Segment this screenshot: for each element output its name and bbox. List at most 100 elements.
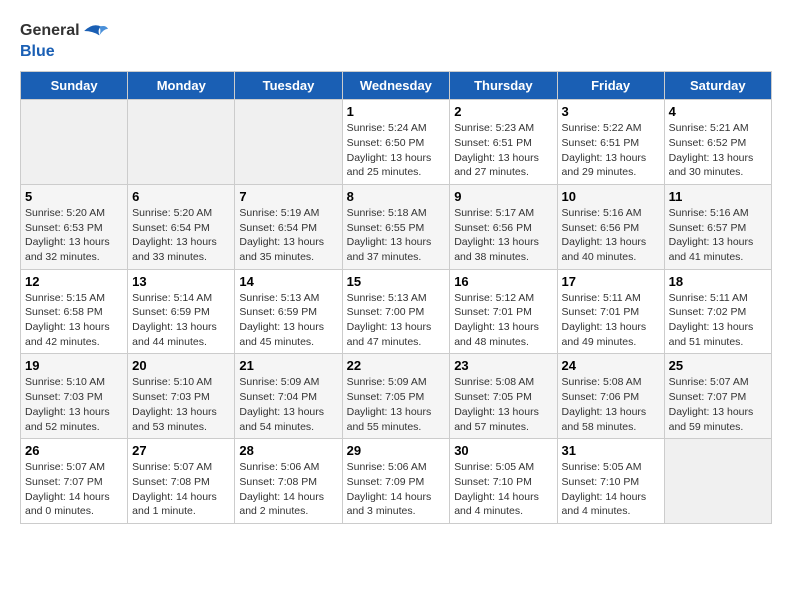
calendar-cell: 10 Sunrise: 5:16 AM Sunset: 6:56 PM Dayli… (557, 184, 664, 269)
calendar-cell: 9 Sunrise: 5:17 AM Sunset: 6:56 PM Daylig… (450, 184, 557, 269)
day-detail: Sunrise: 5:07 AM Sunset: 7:08 PM Dayligh… (132, 460, 230, 519)
day-detail: Sunrise: 5:09 AM Sunset: 7:05 PM Dayligh… (347, 375, 446, 434)
day-detail: Sunrise: 5:16 AM Sunset: 6:56 PM Dayligh… (562, 206, 660, 265)
day-detail: Sunrise: 5:24 AM Sunset: 6:50 PM Dayligh… (347, 121, 446, 180)
day-detail: Sunrise: 5:10 AM Sunset: 7:03 PM Dayligh… (132, 375, 230, 434)
calendar-cell (664, 439, 771, 524)
calendar-cell: 16 Sunrise: 5:12 AM Sunset: 7:01 PM Dayli… (450, 269, 557, 354)
day-number: 7 (239, 189, 337, 204)
day-number: 1 (347, 104, 446, 119)
page-header: General Blue (20, 20, 772, 61)
day-number: 27 (132, 443, 230, 458)
calendar-cell (21, 100, 128, 185)
day-number: 2 (454, 104, 552, 119)
header-day-saturday: Saturday (664, 72, 771, 100)
calendar-cell: 22 Sunrise: 5:09 AM Sunset: 7:05 PM Dayli… (342, 354, 450, 439)
day-number: 31 (562, 443, 660, 458)
calendar-week-1: 1 Sunrise: 5:24 AM Sunset: 6:50 PM Daylig… (21, 100, 772, 185)
day-number: 8 (347, 189, 446, 204)
day-number: 6 (132, 189, 230, 204)
day-detail: Sunrise: 5:11 AM Sunset: 7:02 PM Dayligh… (669, 291, 767, 350)
day-detail: Sunrise: 5:19 AM Sunset: 6:54 PM Dayligh… (239, 206, 337, 265)
day-number: 19 (25, 358, 123, 373)
day-detail: Sunrise: 5:08 AM Sunset: 7:05 PM Dayligh… (454, 375, 552, 434)
calendar-cell: 5Sunrise: 5:20 AM Sunset: 6:53 PM Daylig… (21, 184, 128, 269)
calendar-body: 1 Sunrise: 5:24 AM Sunset: 6:50 PM Daylig… (21, 100, 772, 524)
calendar-week-5: 26 Sunrise: 5:07 AM Sunset: 7:07 PM Dayli… (21, 439, 772, 524)
day-detail: Sunrise: 5:05 AM Sunset: 7:10 PM Dayligh… (562, 460, 660, 519)
calendar-cell: 31 Sunrise: 5:05 AM Sunset: 7:10 PM Dayli… (557, 439, 664, 524)
day-detail: Sunrise: 5:22 AM Sunset: 6:51 PM Dayligh… (562, 121, 660, 180)
calendar-cell: 27 Sunrise: 5:07 AM Sunset: 7:08 PM Dayli… (128, 439, 235, 524)
calendar-cell: 30 Sunrise: 5:05 AM Sunset: 7:10 PM Dayli… (450, 439, 557, 524)
day-number: 29 (347, 443, 446, 458)
calendar-week-4: 19 Sunrise: 5:10 AM Sunset: 7:03 PM Dayli… (21, 354, 772, 439)
day-number: 28 (239, 443, 337, 458)
day-detail: Sunrise: 5:18 AM Sunset: 6:55 PM Dayligh… (347, 206, 446, 265)
logo-general: General (20, 21, 80, 40)
calendar-table: SundayMondayTuesdayWednesdayThursdayFrid… (20, 71, 772, 524)
header-day-wednesday: Wednesday (342, 72, 450, 100)
calendar-cell: 20 Sunrise: 5:10 AM Sunset: 7:03 PM Dayli… (128, 354, 235, 439)
calendar-cell: 7 Sunrise: 5:19 AM Sunset: 6:54 PM Daylig… (235, 184, 342, 269)
calendar-cell (128, 100, 235, 185)
day-number: 26 (25, 443, 123, 458)
calendar-cell: 24Sunrise: 5:08 AM Sunset: 7:06 PM Dayli… (557, 354, 664, 439)
calendar-cell (235, 100, 342, 185)
day-number: 20 (132, 358, 230, 373)
logo-combined: General Blue (20, 20, 108, 61)
day-number: 13 (132, 274, 230, 289)
header-day-thursday: Thursday (450, 72, 557, 100)
day-number: 4 (669, 104, 767, 119)
calendar-cell: 18 Sunrise: 5:11 AM Sunset: 7:02 PM Dayli… (664, 269, 771, 354)
calendar-cell: 28 Sunrise: 5:06 AM Sunset: 7:08 PM Dayli… (235, 439, 342, 524)
day-number: 25 (669, 358, 767, 373)
calendar-cell: 21 Sunrise: 5:09 AM Sunset: 7:04 PM Dayli… (235, 354, 342, 439)
day-detail: Sunrise: 5:06 AM Sunset: 7:08 PM Dayligh… (239, 460, 337, 519)
day-number: 12 (25, 274, 123, 289)
calendar-cell: 14Sunrise: 5:13 AM Sunset: 6:59 PM Dayli… (235, 269, 342, 354)
day-detail: Sunrise: 5:20 AM Sunset: 6:53 PM Dayligh… (25, 206, 123, 265)
header-day-sunday: Sunday (21, 72, 128, 100)
header-day-friday: Friday (557, 72, 664, 100)
day-detail: Sunrise: 5:23 AM Sunset: 6:51 PM Dayligh… (454, 121, 552, 180)
day-detail: Sunrise: 5:05 AM Sunset: 7:10 PM Dayligh… (454, 460, 552, 519)
header-row: SundayMondayTuesdayWednesdayThursdayFrid… (21, 72, 772, 100)
calendar-cell: 3Sunrise: 5:22 AM Sunset: 6:51 PM Daylig… (557, 100, 664, 185)
day-detail: Sunrise: 5:10 AM Sunset: 7:03 PM Dayligh… (25, 375, 123, 434)
calendar-week-2: 5Sunrise: 5:20 AM Sunset: 6:53 PM Daylig… (21, 184, 772, 269)
day-detail: Sunrise: 5:06 AM Sunset: 7:09 PM Dayligh… (347, 460, 446, 519)
day-number: 14 (239, 274, 337, 289)
calendar-week-3: 12 Sunrise: 5:15 AM Sunset: 6:58 PM Dayli… (21, 269, 772, 354)
calendar-cell: 2 Sunrise: 5:23 AM Sunset: 6:51 PM Daylig… (450, 100, 557, 185)
day-detail: Sunrise: 5:09 AM Sunset: 7:04 PM Dayligh… (239, 375, 337, 434)
calendar-cell: 23Sunrise: 5:08 AM Sunset: 7:05 PM Dayli… (450, 354, 557, 439)
calendar-header: SundayMondayTuesdayWednesdayThursdayFrid… (21, 72, 772, 100)
day-number: 9 (454, 189, 552, 204)
day-number: 22 (347, 358, 446, 373)
calendar-cell: 11Sunrise: 5:16 AM Sunset: 6:57 PM Dayli… (664, 184, 771, 269)
day-detail: Sunrise: 5:20 AM Sunset: 6:54 PM Dayligh… (132, 206, 230, 265)
day-number: 30 (454, 443, 552, 458)
day-number: 18 (669, 274, 767, 289)
calendar-cell: 29 Sunrise: 5:06 AM Sunset: 7:09 PM Dayli… (342, 439, 450, 524)
calendar-cell: 25Sunrise: 5:07 AM Sunset: 7:07 PM Dayli… (664, 354, 771, 439)
day-detail: Sunrise: 5:13 AM Sunset: 7:00 PM Dayligh… (347, 291, 446, 350)
day-number: 24 (562, 358, 660, 373)
calendar-cell: 12 Sunrise: 5:15 AM Sunset: 6:58 PM Dayli… (21, 269, 128, 354)
day-detail: Sunrise: 5:07 AM Sunset: 7:07 PM Dayligh… (25, 460, 123, 519)
day-detail: Sunrise: 5:17 AM Sunset: 6:56 PM Dayligh… (454, 206, 552, 265)
day-detail: Sunrise: 5:11 AM Sunset: 7:01 PM Dayligh… (562, 291, 660, 350)
day-detail: Sunrise: 5:14 AM Sunset: 6:59 PM Dayligh… (132, 291, 230, 350)
calendar-cell: 15Sunrise: 5:13 AM Sunset: 7:00 PM Dayli… (342, 269, 450, 354)
day-detail: Sunrise: 5:15 AM Sunset: 6:58 PM Dayligh… (25, 291, 123, 350)
day-number: 21 (239, 358, 337, 373)
day-number: 11 (669, 189, 767, 204)
logo: General Blue (20, 20, 108, 61)
day-number: 16 (454, 274, 552, 289)
day-number: 10 (562, 189, 660, 204)
calendar-cell: 6 Sunrise: 5:20 AM Sunset: 6:54 PM Daylig… (128, 184, 235, 269)
day-detail: Sunrise: 5:12 AM Sunset: 7:01 PM Dayligh… (454, 291, 552, 350)
day-detail: Sunrise: 5:21 AM Sunset: 6:52 PM Dayligh… (669, 121, 767, 180)
calendar-cell: 26 Sunrise: 5:07 AM Sunset: 7:07 PM Dayli… (21, 439, 128, 524)
